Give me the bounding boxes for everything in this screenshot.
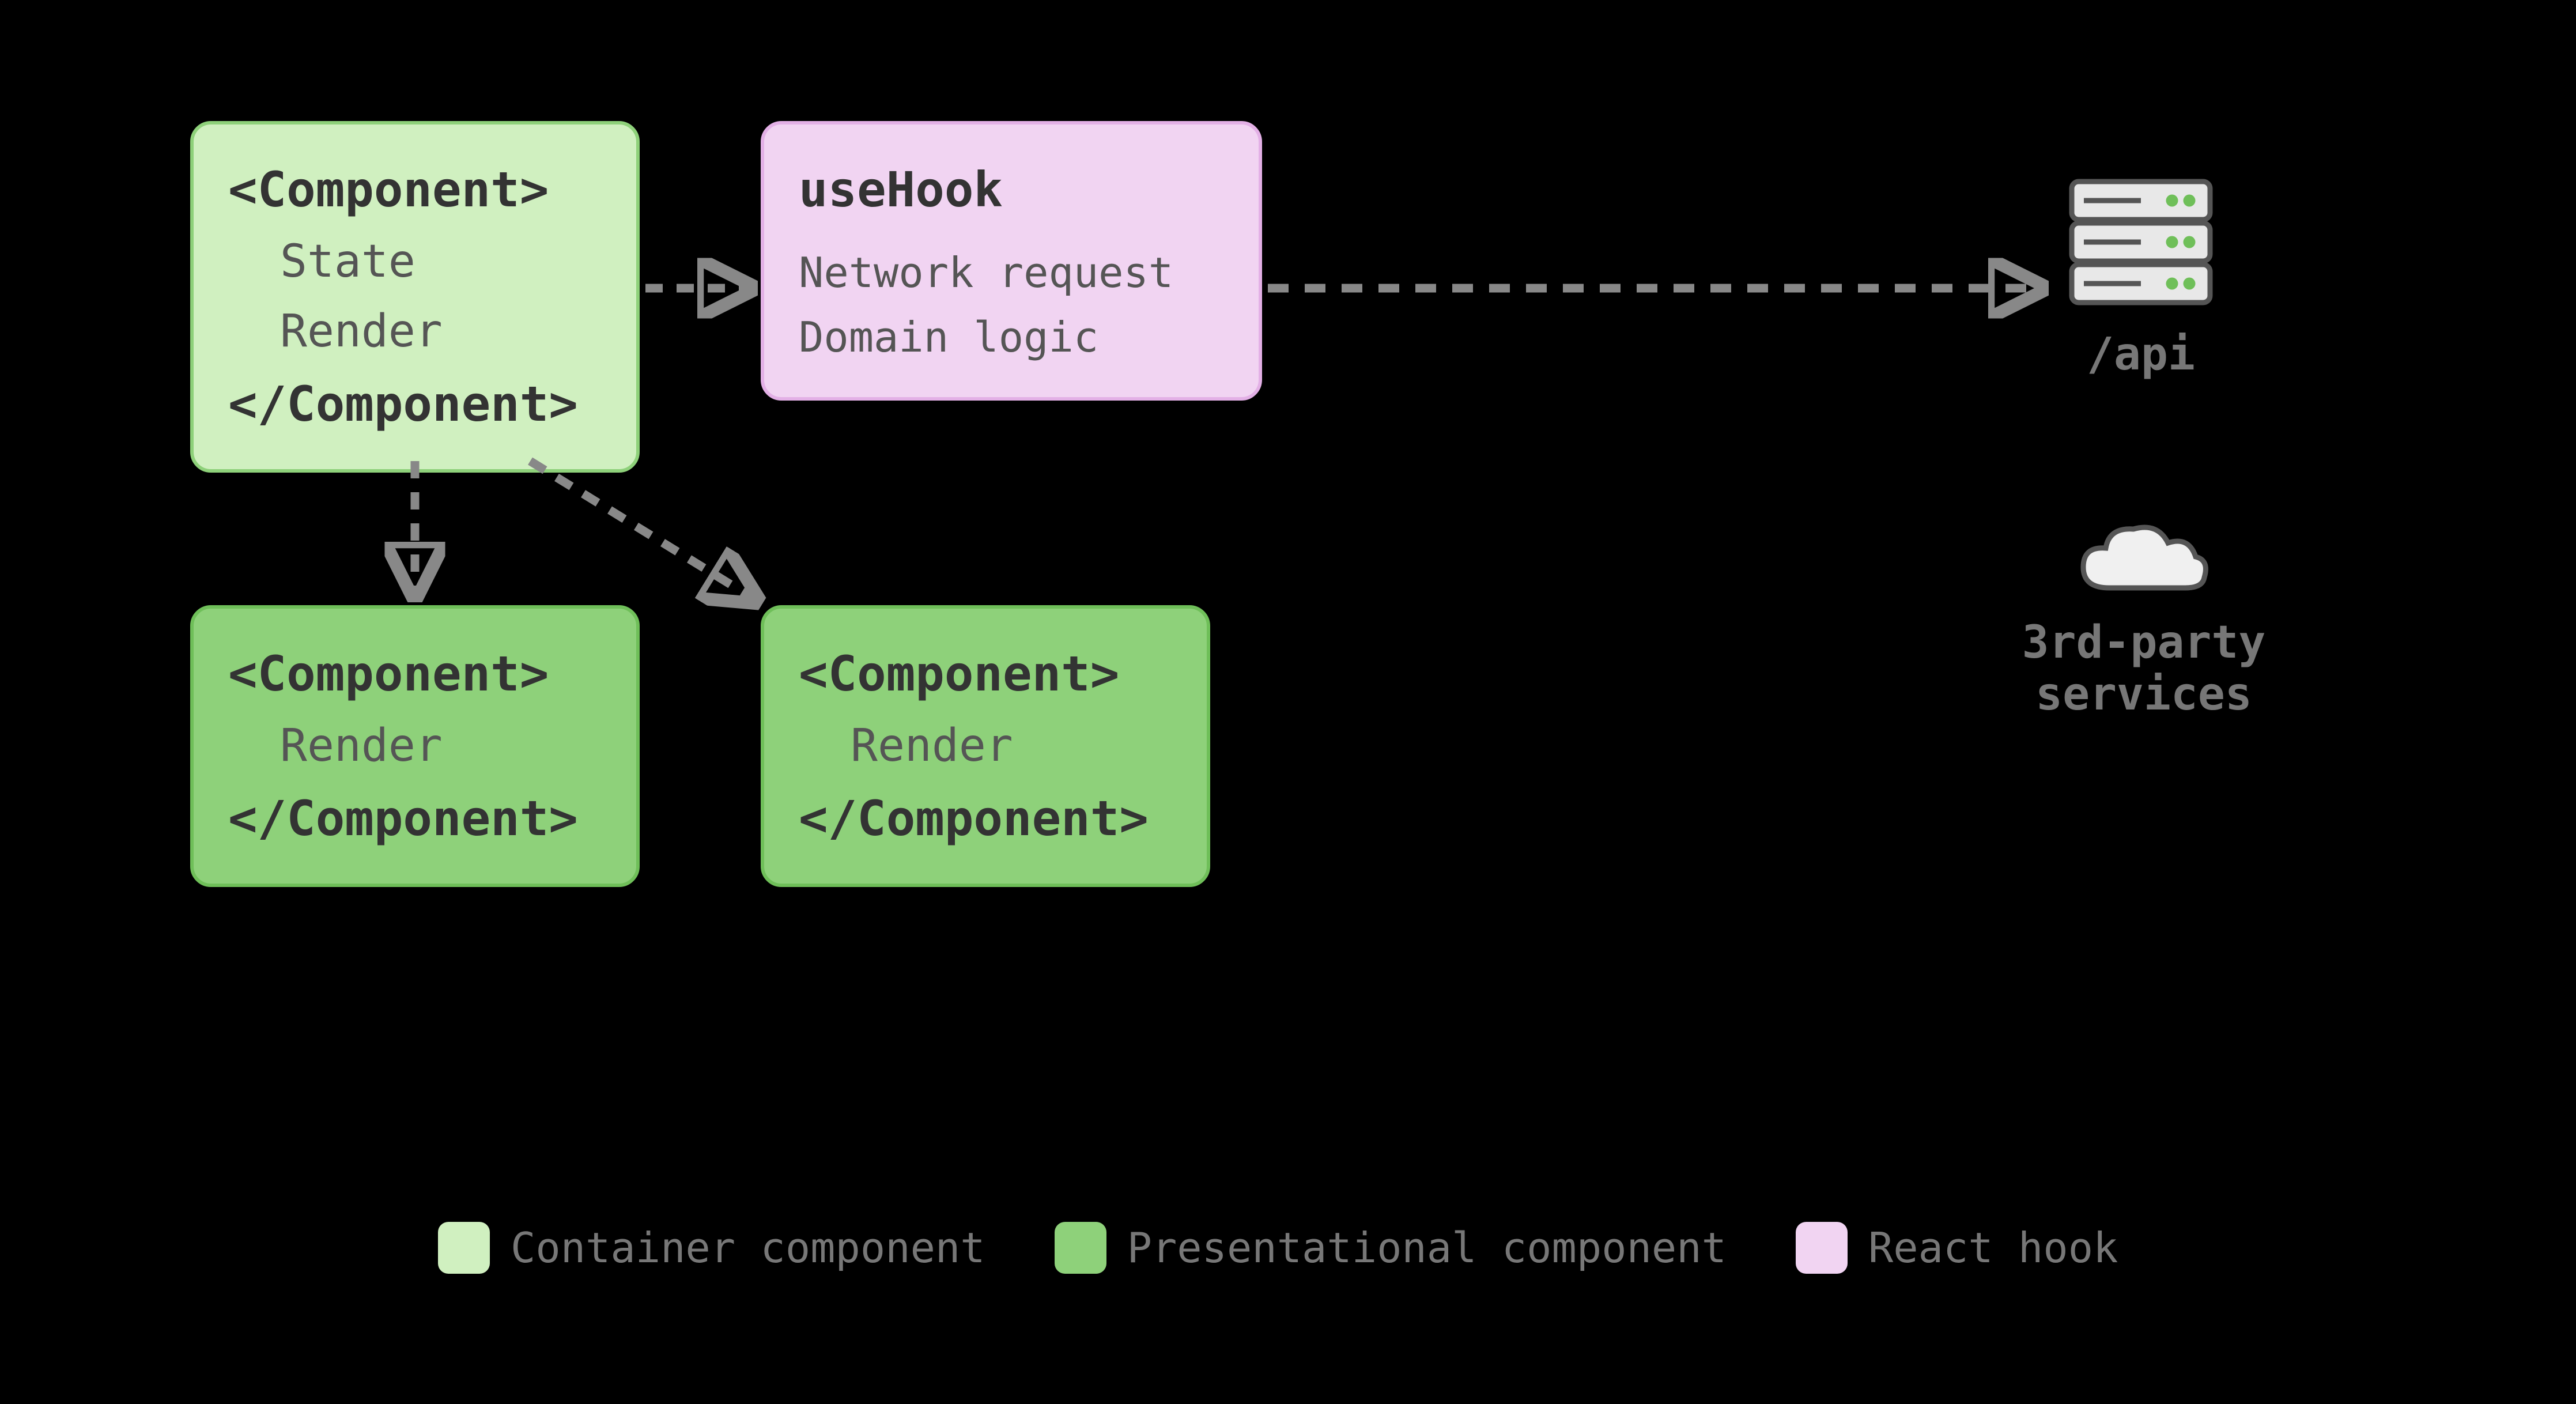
legend-swatch-container (438, 1222, 490, 1274)
box-body-line: Render (228, 711, 602, 781)
legend-label: Presentational component (1127, 1224, 1727, 1272)
legend-label: React hook (1868, 1224, 2118, 1272)
legend-swatch-presentational (1055, 1222, 1106, 1274)
box-tag-close: </Component> (228, 367, 602, 441)
services-label-line2: services (2035, 669, 2252, 720)
box-body-line: State (228, 227, 602, 297)
legend-label: Container component (511, 1224, 985, 1272)
legend-item-container: Container component (438, 1222, 985, 1274)
legend-item-presentational: Presentational component (1055, 1222, 1727, 1274)
hook-body-line: Network request (799, 241, 1224, 305)
cloud-icon (2075, 519, 2213, 605)
box-body-line: Render (799, 711, 1172, 781)
react-hook-box: useHook Network request Domain logic (761, 121, 1262, 401)
arrow-container-to-pres-right (530, 461, 755, 599)
box-tag-open: <Component> (799, 636, 1172, 711)
presentational-component-box: <Component> Render </Component> (761, 605, 1210, 887)
services-label: 3rd-party services (2005, 617, 2282, 720)
hook-body-line: Domain logic (799, 305, 1224, 370)
services-label-line1: 3rd-party (2022, 617, 2266, 669)
box-body-line: Render (228, 297, 602, 367)
box-tag-open: <Component> (228, 636, 602, 711)
api-label: /api (2063, 329, 2219, 380)
legend-swatch-hook (1796, 1222, 1848, 1274)
diagram-canvas: <Component> State Render </Component> us… (0, 0, 2576, 1404)
box-tag-open: <Component> (228, 152, 602, 227)
hook-title: useHook (799, 152, 1224, 227)
presentational-component-box: <Component> Render </Component> (190, 605, 640, 887)
legend-item-hook: React hook (1796, 1222, 2118, 1274)
legend: Container component Presentational compo… (438, 1222, 2118, 1274)
box-tag-close: </Component> (799, 781, 1172, 856)
container-component-box: <Component> State Render </Component> (190, 121, 640, 473)
box-tag-close: </Component> (228, 781, 602, 856)
server-icon (2063, 173, 2219, 311)
